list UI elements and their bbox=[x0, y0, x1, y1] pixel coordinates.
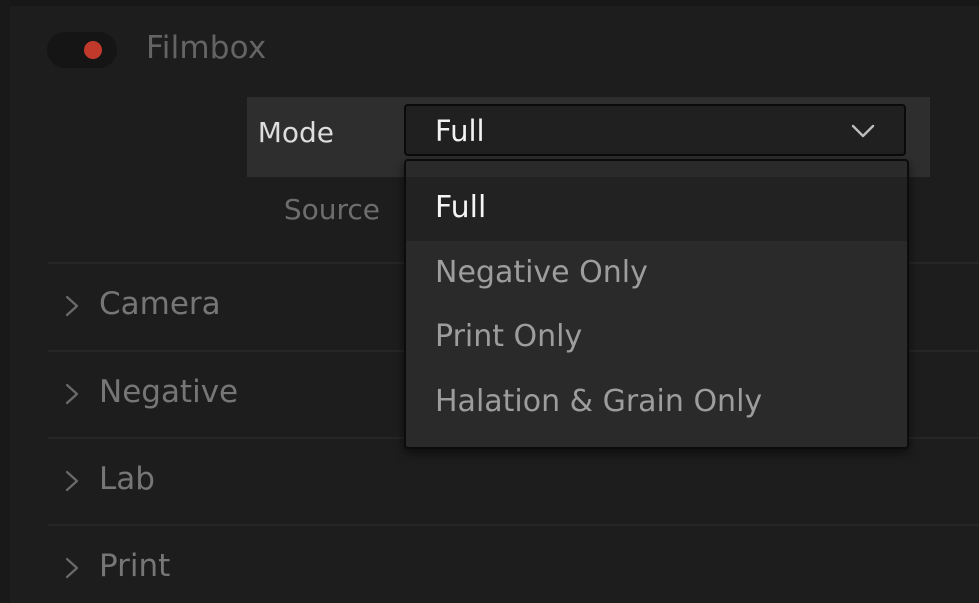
section-label: Negative bbox=[99, 374, 239, 410]
mode-dropdown-menu: Full Negative Only Print Only Halation &… bbox=[404, 159, 909, 449]
dropdown-option-label: Negative Only bbox=[435, 255, 648, 290]
dropdown-option-label: Halation & Grain Only bbox=[435, 384, 763, 419]
chevron-right-icon bbox=[65, 470, 79, 492]
filmbox-panel-page: Filmbox Mode Full Source Camera Negative… bbox=[0, 0, 979, 603]
dropdown-option-label: Full bbox=[435, 190, 487, 225]
filmbox-enable-toggle[interactable] bbox=[47, 32, 117, 68]
mode-label: Mode bbox=[257, 116, 334, 149]
dropdown-option-halation-grain-only[interactable]: Halation & Grain Only bbox=[406, 371, 907, 435]
chevron-right-icon bbox=[65, 557, 79, 579]
dropdown-option-full[interactable]: Full bbox=[406, 177, 907, 241]
section-label: Camera bbox=[99, 286, 221, 322]
mode-select-value: Full bbox=[435, 114, 485, 148]
mode-select[interactable]: Full bbox=[404, 104, 906, 156]
toggle-indicator-dot bbox=[84, 41, 102, 59]
section-label: Lab bbox=[99, 461, 155, 497]
dropdown-option-negative-only[interactable]: Negative Only bbox=[406, 242, 907, 306]
chevron-down-icon bbox=[851, 124, 875, 138]
section-print[interactable]: Print bbox=[48, 524, 979, 603]
left-edge bbox=[0, 0, 10, 603]
section-label: Print bbox=[99, 548, 171, 584]
panel-title: Filmbox bbox=[146, 30, 267, 66]
dropdown-option-label: Print Only bbox=[435, 319, 583, 354]
chevron-right-icon bbox=[65, 383, 79, 405]
section-lab[interactable]: Lab bbox=[48, 437, 979, 526]
source-label: Source bbox=[283, 193, 380, 226]
chevron-right-icon bbox=[65, 295, 79, 317]
dropdown-option-print-only[interactable]: Print Only bbox=[406, 306, 907, 370]
